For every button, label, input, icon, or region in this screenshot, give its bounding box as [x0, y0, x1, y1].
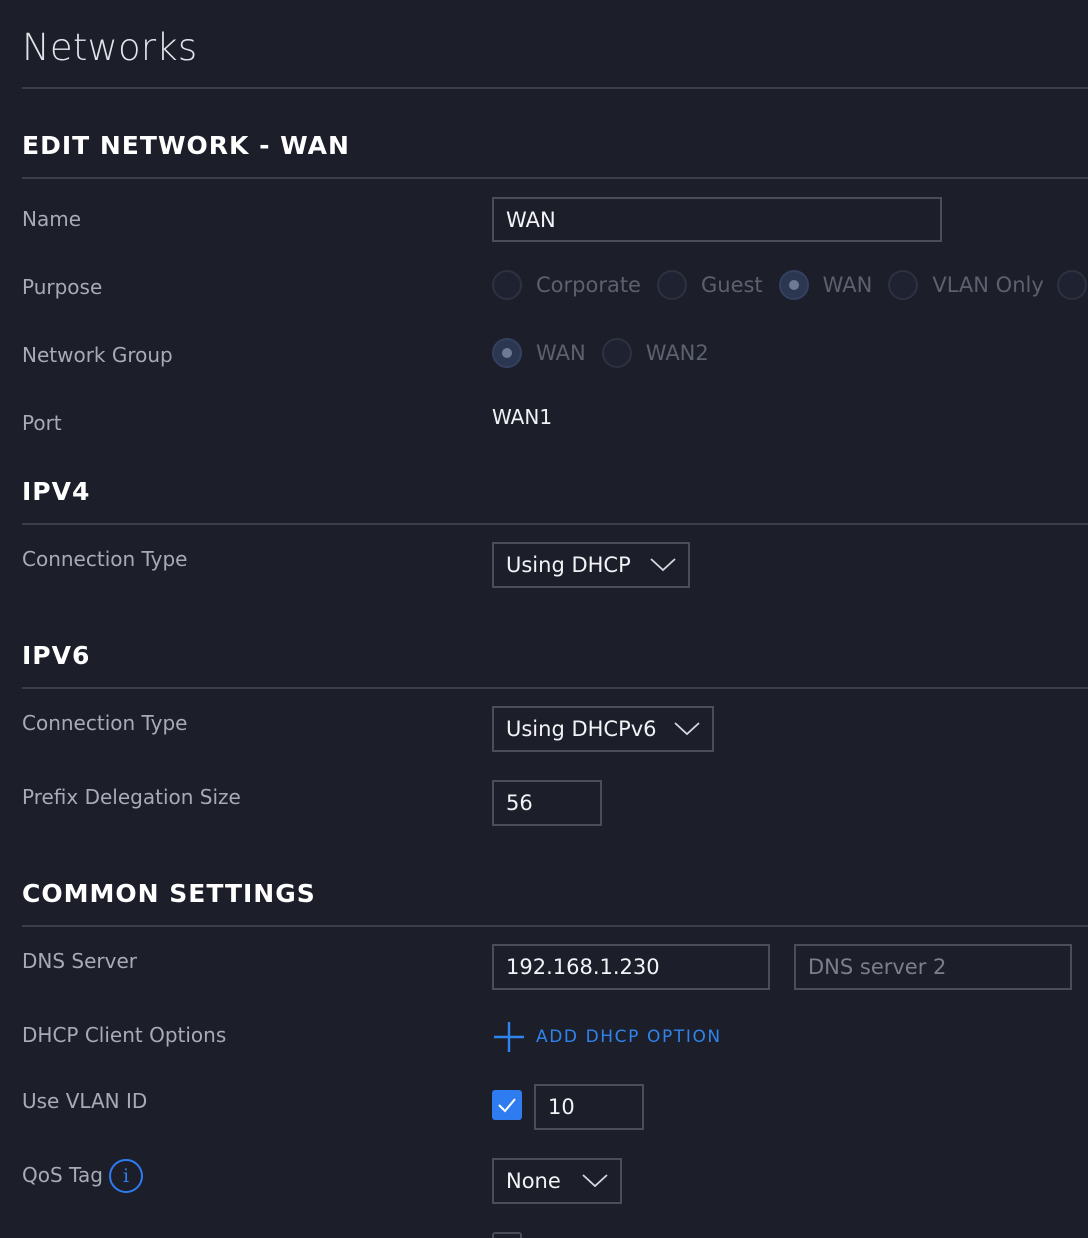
dns-server-label: DNS Server: [22, 949, 137, 973]
checkmark-icon: [498, 1098, 516, 1113]
port-value: WAN1: [492, 405, 553, 429]
radio-selected-dot: [788, 280, 799, 290]
purpose-radio-vlan-only[interactable]: [888, 270, 919, 300]
prefix-delegation-size-label: Prefix Delegation Size: [22, 785, 241, 809]
vlan-id-input[interactable]: 10: [534, 1084, 644, 1130]
divider: [22, 177, 1088, 179]
chevron-down-icon: [650, 558, 676, 572]
purpose-option-label: VLAN Only: [932, 273, 1044, 297]
use-vlan-id-checkbox[interactable]: [492, 1090, 522, 1120]
divider: [22, 687, 1088, 689]
page: Networks EDIT NETWORK - WAN Name WAN Pur…: [0, 0, 1088, 1238]
chevron-down-icon: [674, 722, 700, 736]
prefix-delegation-size-input[interactable]: 56: [492, 780, 602, 826]
ipv6-connection-type-value: Using DHCPv6: [506, 717, 657, 741]
plus-icon: [494, 1022, 524, 1052]
name-label: Name: [22, 207, 82, 231]
purpose-option-label: Corporate: [536, 273, 641, 297]
ipv6-connection-type-select[interactable]: Using DHCPv6: [492, 706, 714, 752]
ipv4-connection-type-select[interactable]: Using DHCP: [492, 542, 690, 588]
purpose-radio-more[interactable]: [1057, 270, 1087, 300]
name-input[interactable]: WAN: [492, 197, 942, 242]
purpose-radio-guest[interactable]: [656, 270, 687, 300]
network-group-label: Network Group: [22, 343, 173, 367]
info-icon[interactable]: i: [109, 1159, 143, 1193]
qos-tag-select[interactable]: None: [492, 1158, 622, 1204]
dhcp-client-options-label: DHCP Client Options: [22, 1023, 227, 1047]
section-title-edit-network: EDIT NETWORK - WAN: [22, 131, 350, 160]
section-title-ipv6: IPV6: [22, 641, 91, 670]
network-group-radio-group: WAN WAN2: [492, 338, 725, 368]
divider: [22, 523, 1088, 525]
ipv6-connection-type-label: Connection Type: [22, 711, 188, 735]
purpose-option-label: Guest: [700, 273, 763, 297]
network-group-option-label: WAN2: [645, 341, 709, 365]
divider: [22, 925, 1088, 927]
network-group-radio-wan2[interactable]: [601, 338, 632, 368]
purpose-label: Purpose: [22, 275, 103, 299]
chevron-down-icon: [582, 1174, 608, 1188]
checkbox-partially-visible[interactable]: [492, 1232, 522, 1238]
add-dhcp-option-label: ADD DHCP OPTION: [536, 1027, 722, 1047]
section-title-common-settings: COMMON SETTINGS: [22, 879, 316, 908]
purpose-radio-wan[interactable]: [778, 270, 809, 300]
add-dhcp-option-button[interactable]: ADD DHCP OPTION: [492, 1020, 722, 1054]
purpose-radio-group: Corporate Guest WAN VLAN Only: [492, 270, 1060, 300]
dns-server-2-input[interactable]: DNS server 2: [794, 944, 1072, 990]
page-title: Networks: [22, 26, 198, 69]
dns-server-1-input[interactable]: 192.168.1.230: [492, 944, 770, 990]
qos-tag-label: QoS Tag: [22, 1163, 103, 1187]
network-group-option-label: WAN: [536, 341, 586, 365]
purpose-option-label: WAN: [822, 273, 873, 297]
divider: [22, 87, 1088, 89]
ipv4-connection-type-value: Using DHCP: [506, 553, 631, 577]
qos-tag-value: None: [506, 1169, 561, 1193]
purpose-radio-corporate[interactable]: [492, 270, 522, 300]
port-label: Port: [22, 411, 62, 435]
ipv4-connection-type-label: Connection Type: [22, 547, 188, 571]
use-vlan-id-label: Use VLAN ID: [22, 1089, 148, 1113]
section-title-ipv4: IPV4: [22, 477, 91, 506]
network-group-radio-wan[interactable]: [492, 338, 522, 368]
radio-selected-dot: [502, 348, 512, 358]
